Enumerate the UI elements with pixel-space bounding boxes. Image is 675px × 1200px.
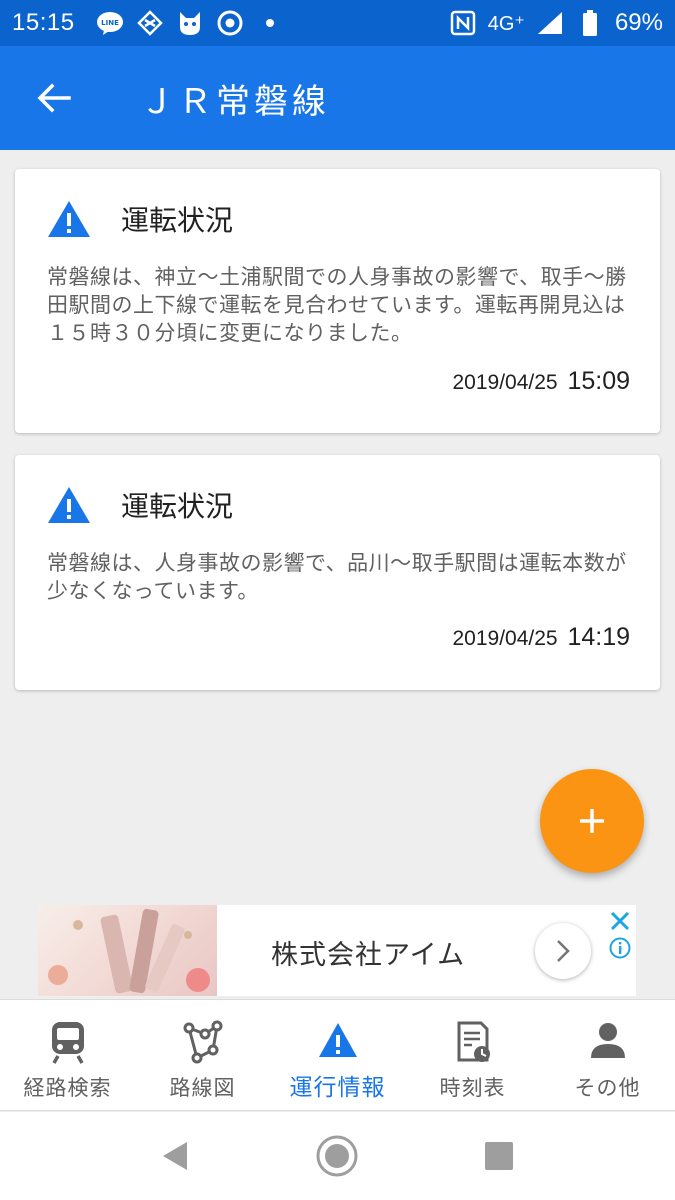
svg-text:LINE: LINE — [101, 19, 119, 27]
close-icon[interactable] — [608, 909, 632, 933]
app-bar: ＪＲ常磐線 — [0, 46, 675, 150]
bottom-navigation: 経路検索 路線図 運行情報 時刻表 その他 — [0, 999, 675, 1111]
nav-label: 路線図 — [169, 1076, 236, 1100]
service-info-card[interactable]: 運転状況 常磐線は、神立〜土浦駅間での人身事故の影響で、取手〜勝田駅間の上下線で… — [15, 169, 660, 433]
service-info-card[interactable]: 運転状況 常磐線は、人身事故の影響で、品川〜取手駅間は運転本数が少なくなっていま… — [15, 455, 660, 690]
ad-open-button[interactable] — [535, 923, 591, 979]
nav-item-timetable[interactable]: 時刻表 — [405, 1000, 540, 1110]
add-button[interactable] — [540, 769, 644, 873]
cat-app-icon — [175, 8, 205, 38]
battery-icon — [575, 8, 605, 38]
card-title: 運転状況 — [121, 204, 234, 237]
nfc-icon — [448, 8, 478, 38]
arrow-back-icon — [37, 83, 71, 113]
route-map-icon — [183, 1020, 222, 1064]
train-icon — [51, 1022, 84, 1064]
ad-banner[interactable]: 株式会社アイム — [38, 905, 636, 996]
warning-icon — [48, 487, 90, 523]
card-date: 2019/04/25 — [452, 627, 558, 650]
card-timestamp: 2019/04/25 15:09 — [452, 367, 630, 396]
nav-label: 経路検索 — [23, 1076, 112, 1100]
nav-item-service-info[interactable]: 運行情報 — [270, 1000, 405, 1110]
card-timestamp: 2019/04/25 14:19 — [452, 623, 630, 652]
system-navigation-bar — [0, 1112, 675, 1200]
chrome-icon — [215, 8, 245, 38]
page-title: ＪＲ常磐線 — [140, 81, 330, 122]
ad-text: 株式会社アイム — [271, 940, 466, 971]
nav-label: その他 — [574, 1076, 641, 1100]
card-message: 常磐線は、神立〜土浦駅間での人身事故の影響で、取手〜勝田駅間の上下線で運転を見合… — [47, 265, 627, 345]
nav-item-route-map[interactable]: 路線図 — [135, 1000, 270, 1110]
dot-icon — [255, 8, 285, 38]
sync-icon — [135, 8, 165, 38]
card-header: 運転状況 — [47, 199, 233, 239]
timetable-icon — [457, 1021, 490, 1062]
network-type: 4G⁺ — [487, 12, 525, 35]
signal-icon — [535, 8, 565, 38]
card-header: 運転状況 — [47, 485, 233, 525]
chevron-right-icon — [557, 940, 570, 962]
nav-item-other[interactable]: その他 — [540, 1000, 675, 1110]
card-date: 2019/04/25 — [452, 371, 558, 394]
card-message: 常磐線は、人身事故の影響で、品川〜取手駅間は運転本数が少なくなっています。 — [47, 551, 627, 603]
info-icon[interactable] — [609, 937, 631, 959]
card-title: 運転状況 — [121, 490, 234, 523]
nav-label: 運行情報 — [289, 1075, 386, 1101]
system-back-icon[interactable] — [153, 1134, 197, 1178]
notification-icons: LINE — [95, 8, 285, 38]
warning-icon — [48, 201, 90, 237]
status-bar: 15:15 LINE 4G⁺ 69% — [0, 0, 675, 46]
battery-level: 69% — [614, 9, 663, 36]
line-icon: LINE — [95, 8, 125, 38]
ad-product-image — [38, 905, 217, 996]
status-right: 4G⁺ 69% — [448, 8, 663, 38]
system-recents-icon[interactable] — [477, 1134, 521, 1178]
plus-icon — [580, 809, 604, 833]
status-time: 15:15 — [12, 9, 75, 36]
card-time: 14:19 — [567, 623, 630, 651]
system-home-icon[interactable] — [315, 1134, 359, 1178]
nav-label: 時刻表 — [439, 1076, 506, 1100]
back-button[interactable] — [24, 68, 84, 128]
person-icon — [590, 1023, 625, 1058]
card-time: 15:09 — [567, 367, 630, 395]
nav-item-route-search[interactable]: 経路検索 — [0, 1000, 135, 1110]
warning-icon — [318, 1023, 357, 1057]
